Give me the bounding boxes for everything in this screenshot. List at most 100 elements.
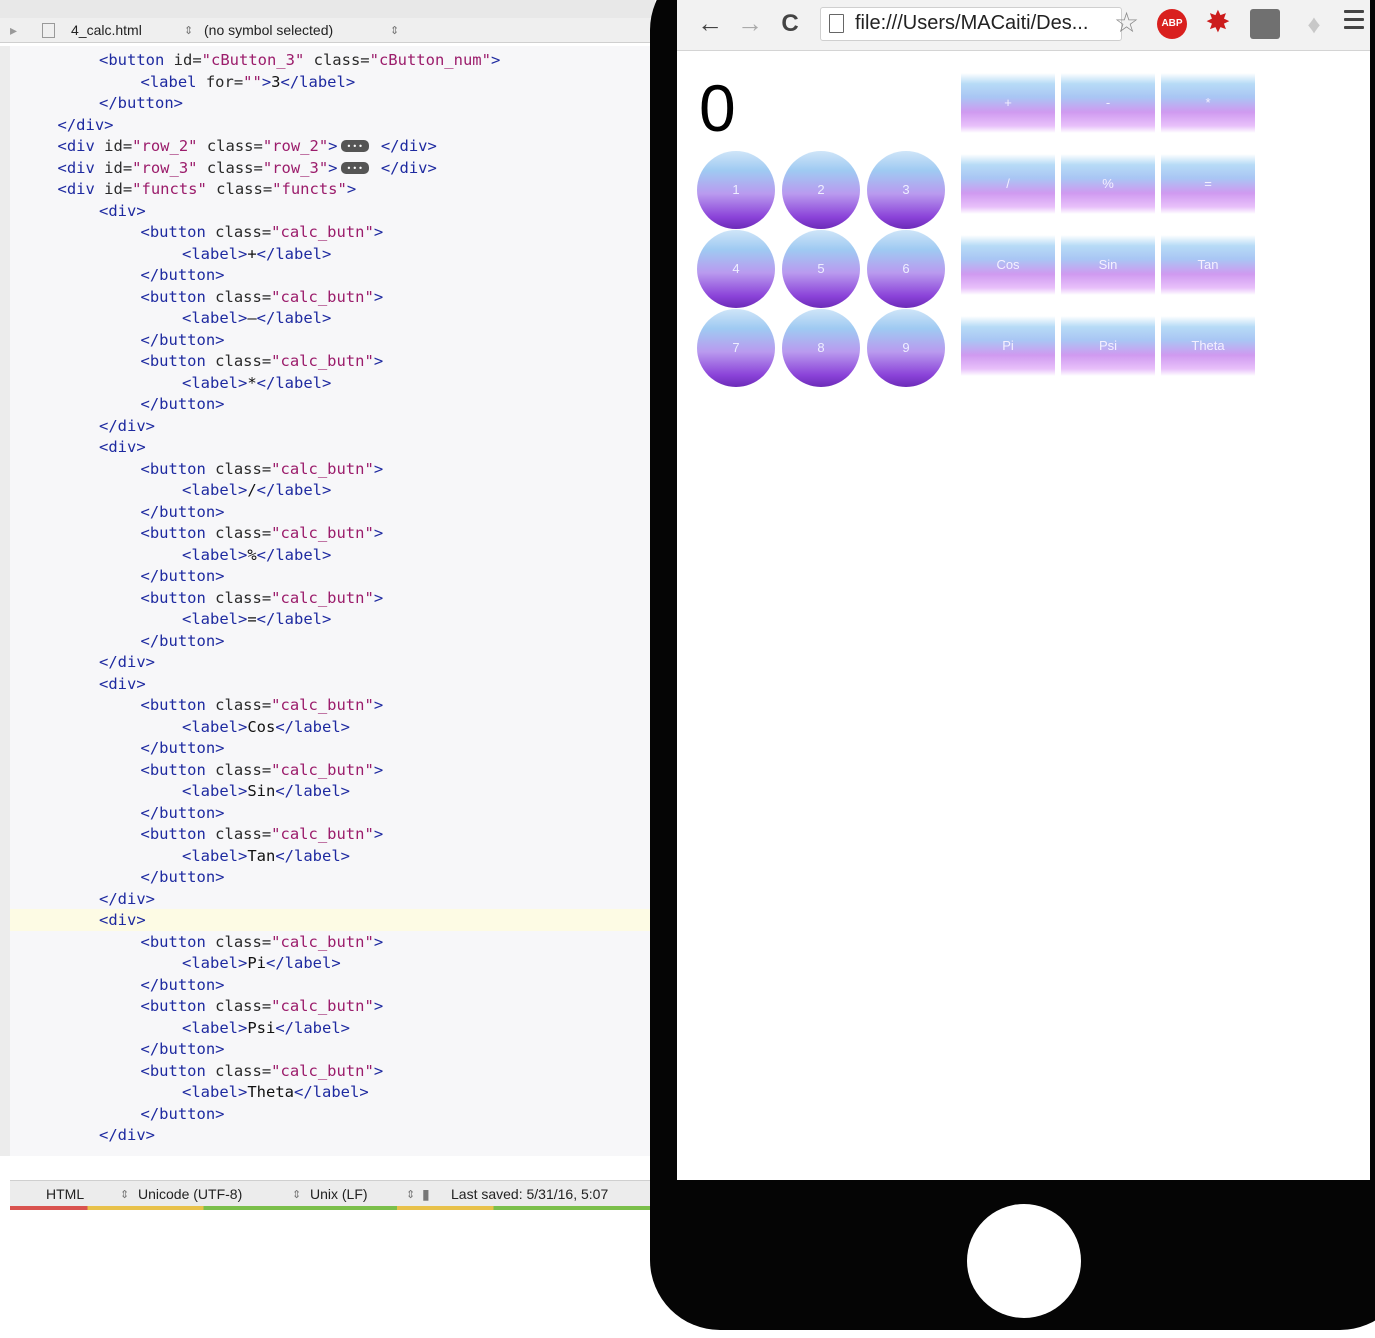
code-line: <button class="calc_butn"> [141,996,384,1017]
number-button-5[interactable]: 5 [782,230,860,308]
function-button-[interactable]: + [961,73,1055,133]
editor-toolbar [0,0,655,19]
reload-icon[interactable]: C [775,10,805,38]
forward-icon[interactable]: → [735,8,765,39]
filename-menu-arrows-icon[interactable]: ⇕ [184,24,193,37]
code-line: <button class="calc_butn"> [141,287,384,308]
code-token: > [373,588,384,607]
function-button-[interactable]: * [1161,73,1255,133]
code-token: <label> [182,954,248,972]
code-token: "calc_butn" [271,459,374,478]
number-button-6[interactable]: 6 [867,230,945,308]
document-extension-icon[interactable] [1250,9,1280,39]
code-line: <button class="calc_butn"> [141,760,384,781]
back-icon[interactable]: ← [695,8,725,39]
function-button-[interactable]: % [1061,154,1155,214]
function-button-[interactable]: / [961,154,1055,214]
symbol-menu-arrows-icon[interactable]: ⇕ [390,24,399,37]
code-token: "row_3" [132,158,198,177]
code-token: > [373,932,384,951]
line-gutter [0,46,10,1156]
editor-navigation-bar: ▸ 4_calc.html ⇕ (no symbol selected) ⇕ [0,18,655,43]
progress-color-bar [10,1206,655,1210]
line-endings-arrows-icon[interactable]: ⇕ [406,1188,415,1201]
code-line: <label>Cos</label> [182,717,350,738]
code-token: </button> [140,1040,225,1058]
number-button-1[interactable]: 1 [697,151,775,229]
code-line: <div> [99,437,146,458]
function-button-[interactable]: - [1061,73,1155,133]
encoding-menu[interactable]: Unicode (UTF-8) [138,1186,242,1202]
encoding-arrows-icon[interactable]: ⇕ [292,1188,301,1201]
code-token: "calc_butn" [271,825,374,843]
code-token: </div> [99,889,155,908]
number-button-7[interactable]: 7 [697,309,775,387]
code-token: > [373,1061,384,1080]
code-token: > [373,825,384,843]
number-button-2[interactable]: 2 [782,151,860,229]
function-button-psi[interactable]: Psi [1061,316,1155,376]
code-token: "calc_butn" [271,223,374,241]
code-token: <label [140,72,206,91]
menu-icon[interactable] [1344,10,1364,32]
code-line: </button> [141,1104,225,1125]
code-line: </button> [141,975,225,996]
code-line: </button> [141,1039,225,1060]
code-line: <label>=</label> [182,609,331,630]
code-line: <label>%</label> [182,545,331,566]
lock-icon[interactable]: ▮ [422,1186,430,1203]
number-button-3[interactable]: 3 [867,151,945,229]
code-token: "cButton_3" [201,51,305,69]
function-button-sin[interactable]: Sin [1061,235,1155,295]
code-token: class= [215,524,272,542]
symbol-menu[interactable]: (no symbol selected) [204,22,333,38]
function-button-cos[interactable]: Cos [961,235,1055,295]
code-token: </button> [140,975,225,994]
code-token: </button> [140,631,225,650]
code-token: — [247,309,257,327]
code-area[interactable]: <button id="cButton_3" class="cButton_nu… [0,46,655,1156]
folded-code-icon[interactable] [340,158,369,179]
code-line: </button> [141,394,225,415]
code-token: </button> [140,868,225,886]
burst-extension-icon[interactable]: ✸ [1203,8,1233,39]
code-token: "calc_butn" [271,1061,374,1080]
code-token: <button [140,352,216,370]
code-line: <button id="cButton_3" class="cButton_nu… [99,50,500,71]
number-button-8[interactable]: 8 [782,309,860,387]
line-endings-menu[interactable]: Unix (LF) [310,1186,368,1202]
code-token: > [373,997,384,1015]
language-menu[interactable]: HTML [46,1186,84,1202]
code-token: </button> [140,395,225,413]
code-token: </div> [99,653,155,671]
code-token: "calc_butn" [271,352,374,370]
filename-menu[interactable]: 4_calc.html [71,22,142,38]
code-token: </label> [275,717,350,736]
address-bar[interactable]: file:///Users/MACaiti/Des... [820,7,1122,41]
code-token: </button> [99,94,183,112]
function-button-tan[interactable]: Tan [1161,235,1255,295]
language-arrows-icon[interactable]: ⇕ [120,1188,129,1201]
code-line: <button class="calc_butn"> [141,824,384,845]
number-button-4[interactable]: 4 [697,230,775,308]
code-token: > [373,352,384,370]
drop-extension-icon[interactable]: ♦ [1299,9,1329,39]
calculator-display: 0 [699,71,736,145]
code-token: Theta [247,1083,294,1101]
bookmark-star-icon[interactable]: ☆ [1114,6,1139,39]
code-token: <label> [182,545,248,564]
function-button-theta[interactable]: Theta [1161,316,1255,376]
code-line: <div id="functs" class="functs"> [58,179,357,200]
number-button-9[interactable]: 9 [867,309,945,387]
disclosure-triangle-icon[interactable]: ▸ [10,22,17,39]
adblock-icon[interactable]: ABP [1157,9,1187,39]
code-token: <label> [182,244,248,263]
home-button[interactable] [967,1204,1081,1318]
folded-code-icon[interactable] [340,136,369,157]
code-token: </label> [294,1083,369,1101]
code-token: "calc_butn" [271,287,374,306]
function-button-[interactable]: = [1161,154,1255,214]
code-token: </button> [140,803,225,822]
code-token: > [328,137,338,155]
function-button-pi[interactable]: Pi [961,316,1055,376]
